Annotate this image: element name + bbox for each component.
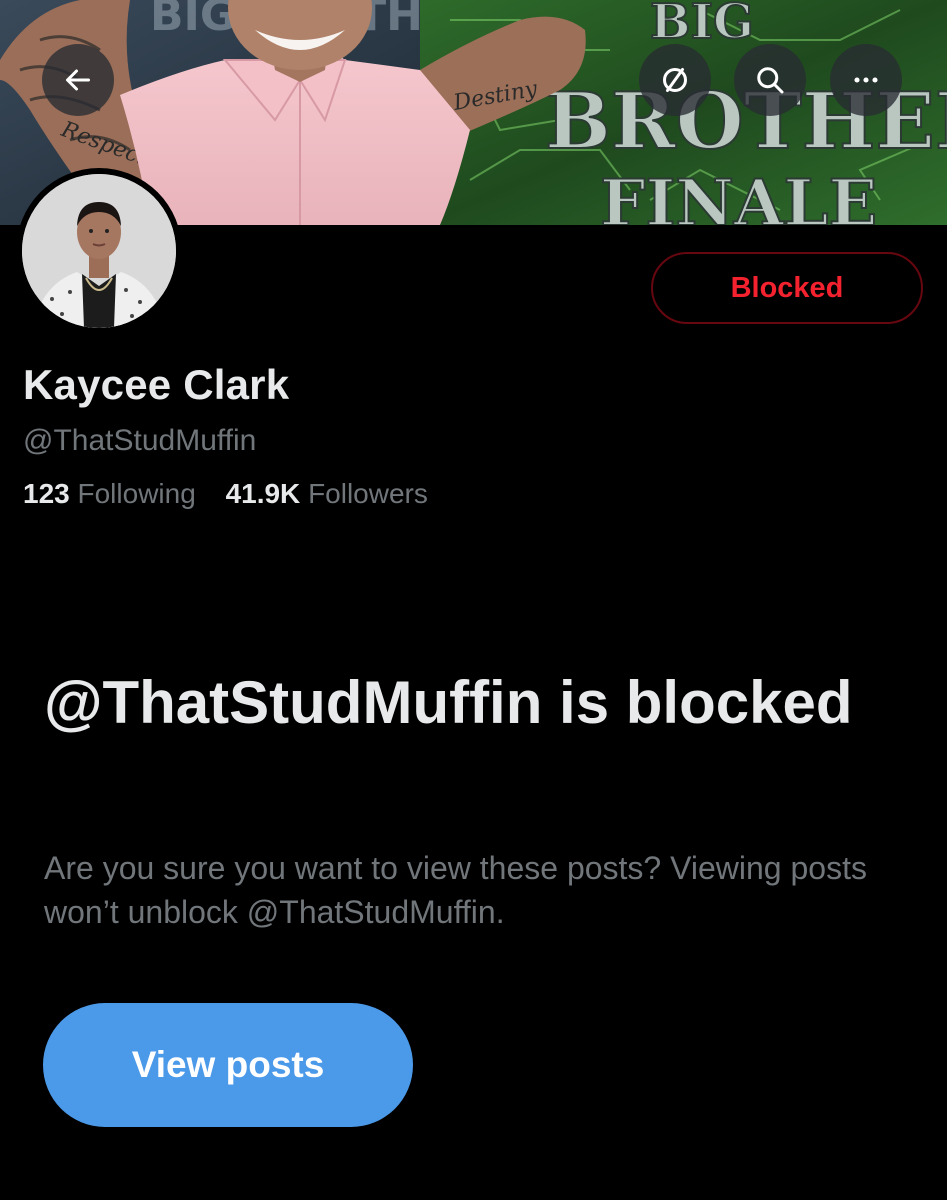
followers-count: 41.9K	[225, 478, 301, 509]
avatar[interactable]	[16, 168, 182, 334]
followers-link[interactable]: 41.9K Followers	[226, 478, 428, 510]
translate-icon	[663, 68, 687, 92]
following-label: Following	[77, 478, 196, 509]
more-horizontal-icon	[854, 77, 878, 83]
display-name: Kaycee Clark	[23, 361, 290, 408]
blocked-notice-title: @ThatStudMuffin is blocked	[44, 669, 853, 736]
search-button[interactable]	[734, 44, 806, 116]
arrow-left-icon	[66, 69, 90, 91]
view-posts-button[interactable]: View posts	[43, 1003, 413, 1127]
svg-text:BIG: BIG	[650, 0, 754, 50]
profile-handle: @ThatStudMuffin	[23, 424, 257, 457]
search-icon	[757, 67, 784, 94]
more-button[interactable]	[830, 44, 902, 116]
translate-button[interactable]	[639, 44, 711, 116]
profile-stats: 123 Following 41.9K Followers	[23, 478, 428, 510]
followers-label: Followers	[308, 478, 428, 509]
following-link[interactable]: 123 Following	[23, 478, 196, 510]
avatar-image	[22, 174, 176, 328]
back-button[interactable]	[42, 44, 114, 116]
blocked-button[interactable]: Blocked	[651, 252, 923, 324]
blocked-notice-description: Are you sure you want to view these post…	[44, 850, 867, 930]
svg-text:FINALE: FINALE	[600, 166, 877, 225]
following-count: 123	[23, 478, 70, 509]
